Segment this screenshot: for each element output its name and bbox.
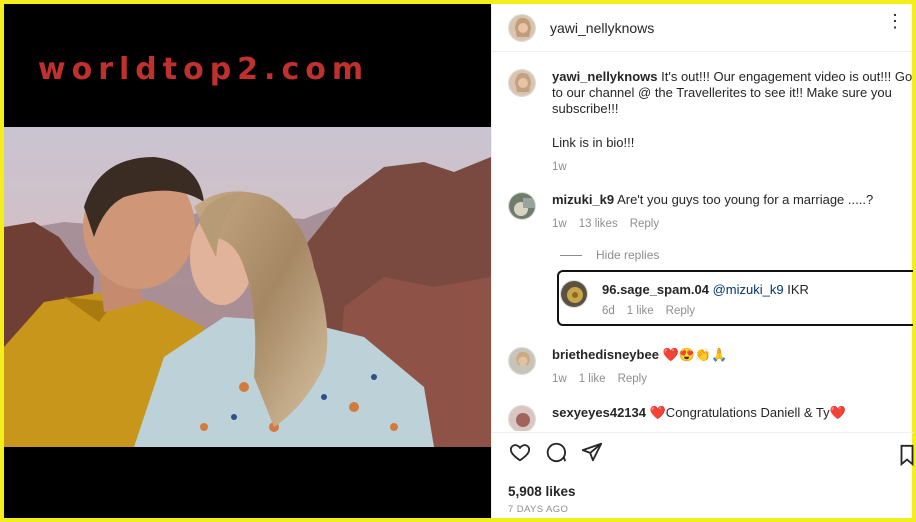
comment-meta: 6d 1 like Reply (602, 305, 809, 317)
post-header: yawi_nellyknows ⋮ (492, 4, 912, 52)
comment-likes[interactable]: 13 likes (579, 216, 618, 232)
comment-meta: 1w 13 likes Reply (552, 216, 913, 232)
comment-text: briethedisneybee ❤️😍👏🙏 (552, 347, 728, 362)
bookmark-icon[interactable] (895, 443, 916, 467)
comment-time[interactable]: 1w (552, 216, 567, 232)
post-actions-bar (492, 432, 916, 470)
post-photo[interactable] (4, 127, 491, 447)
author-username[interactable]: yawi_nellyknows (550, 20, 654, 36)
commenter-avatar[interactable] (508, 69, 536, 97)
comment-text: yawi_nellyknows It's out!!! Our engageme… (552, 69, 913, 116)
commenter-avatar[interactable] (560, 280, 588, 308)
comment-time[interactable]: 6d (602, 305, 615, 317)
engagement-photo (4, 127, 491, 447)
comment-meta: 1w (552, 159, 913, 175)
comment-username[interactable]: mizuki_k9 (552, 192, 614, 207)
comment-item: sexyeyes42134 ❤️Congratulations Daniell … (508, 405, 913, 431)
comment-time[interactable]: 1w (552, 159, 567, 175)
comments-section: yawi_nellyknows It's out!!! Our engageme… (492, 53, 913, 431)
comment-time[interactable]: 1w (552, 371, 567, 387)
post-side-panel: yawi_nellyknows ⋮ yawi_nellyknows It's o… (491, 4, 916, 518)
mention-link[interactable]: @mizuki_k9 (713, 282, 784, 297)
comment-meta: 1w 1 like Reply (552, 371, 913, 387)
comment-icon[interactable] (544, 440, 568, 464)
comment-item: mizuki_k9 Are't you guys too young for a… (508, 192, 913, 232)
share-icon[interactable] (580, 440, 604, 464)
likes-count[interactable]: 5,908 likes (508, 484, 576, 499)
caption-comment: yawi_nellyknows It's out!!! Our engageme… (508, 69, 913, 175)
hide-replies-button[interactable]: Hide replies (560, 248, 659, 262)
comment-text-line2: Link is in bio!!! (552, 135, 635, 150)
comment-username[interactable]: yawi_nellyknows (552, 69, 658, 84)
author-avatar[interactable] (508, 13, 536, 42)
commenter-avatar[interactable] (508, 405, 536, 431)
comment-text: 96.sage_spam.04 @mizuki_k9 IKR (602, 282, 809, 297)
reply-button[interactable]: Reply (630, 216, 659, 232)
divider-line (560, 254, 582, 256)
comment-username[interactable]: sexyeyes42134 (552, 405, 646, 420)
watermark-text: worldtop2.com (37, 52, 370, 87)
comment-item: briethedisneybee ❤️😍👏🙏 1w 1 like Reply (508, 347, 913, 387)
comment-username[interactable]: briethedisneybee (552, 347, 659, 362)
commenter-avatar[interactable] (508, 192, 536, 220)
comment-username[interactable]: 96.sage_spam.04 (602, 282, 709, 297)
comment-text: sexyeyes42134 ❤️Congratulations Daniell … (552, 405, 846, 420)
comment-likes[interactable]: 1 like (579, 371, 606, 387)
reply-button[interactable]: Reply (666, 305, 695, 317)
more-icon[interactable]: ⋮ (886, 12, 904, 30)
reply-comment: 96.sage_spam.04 @mizuki_k9 IKR 6d 1 like… (557, 270, 913, 326)
post-media[interactable]: worldtop2.com (4, 4, 491, 518)
post-date[interactable]: 7 DAYS AGO (508, 504, 568, 515)
comment-text: mizuki_k9 Are't you guys too young for a… (552, 192, 874, 207)
comment-likes[interactable]: 1 like (627, 305, 654, 317)
heart-icon[interactable] (508, 440, 532, 464)
screenshot-frame: worldtop2.com yawi_nellyknows ⋮ yawi_nel… (0, 0, 916, 522)
reply-button[interactable]: Reply (618, 371, 647, 387)
hide-replies-label: Hide replies (596, 248, 660, 262)
commenter-avatar[interactable] (508, 347, 536, 375)
